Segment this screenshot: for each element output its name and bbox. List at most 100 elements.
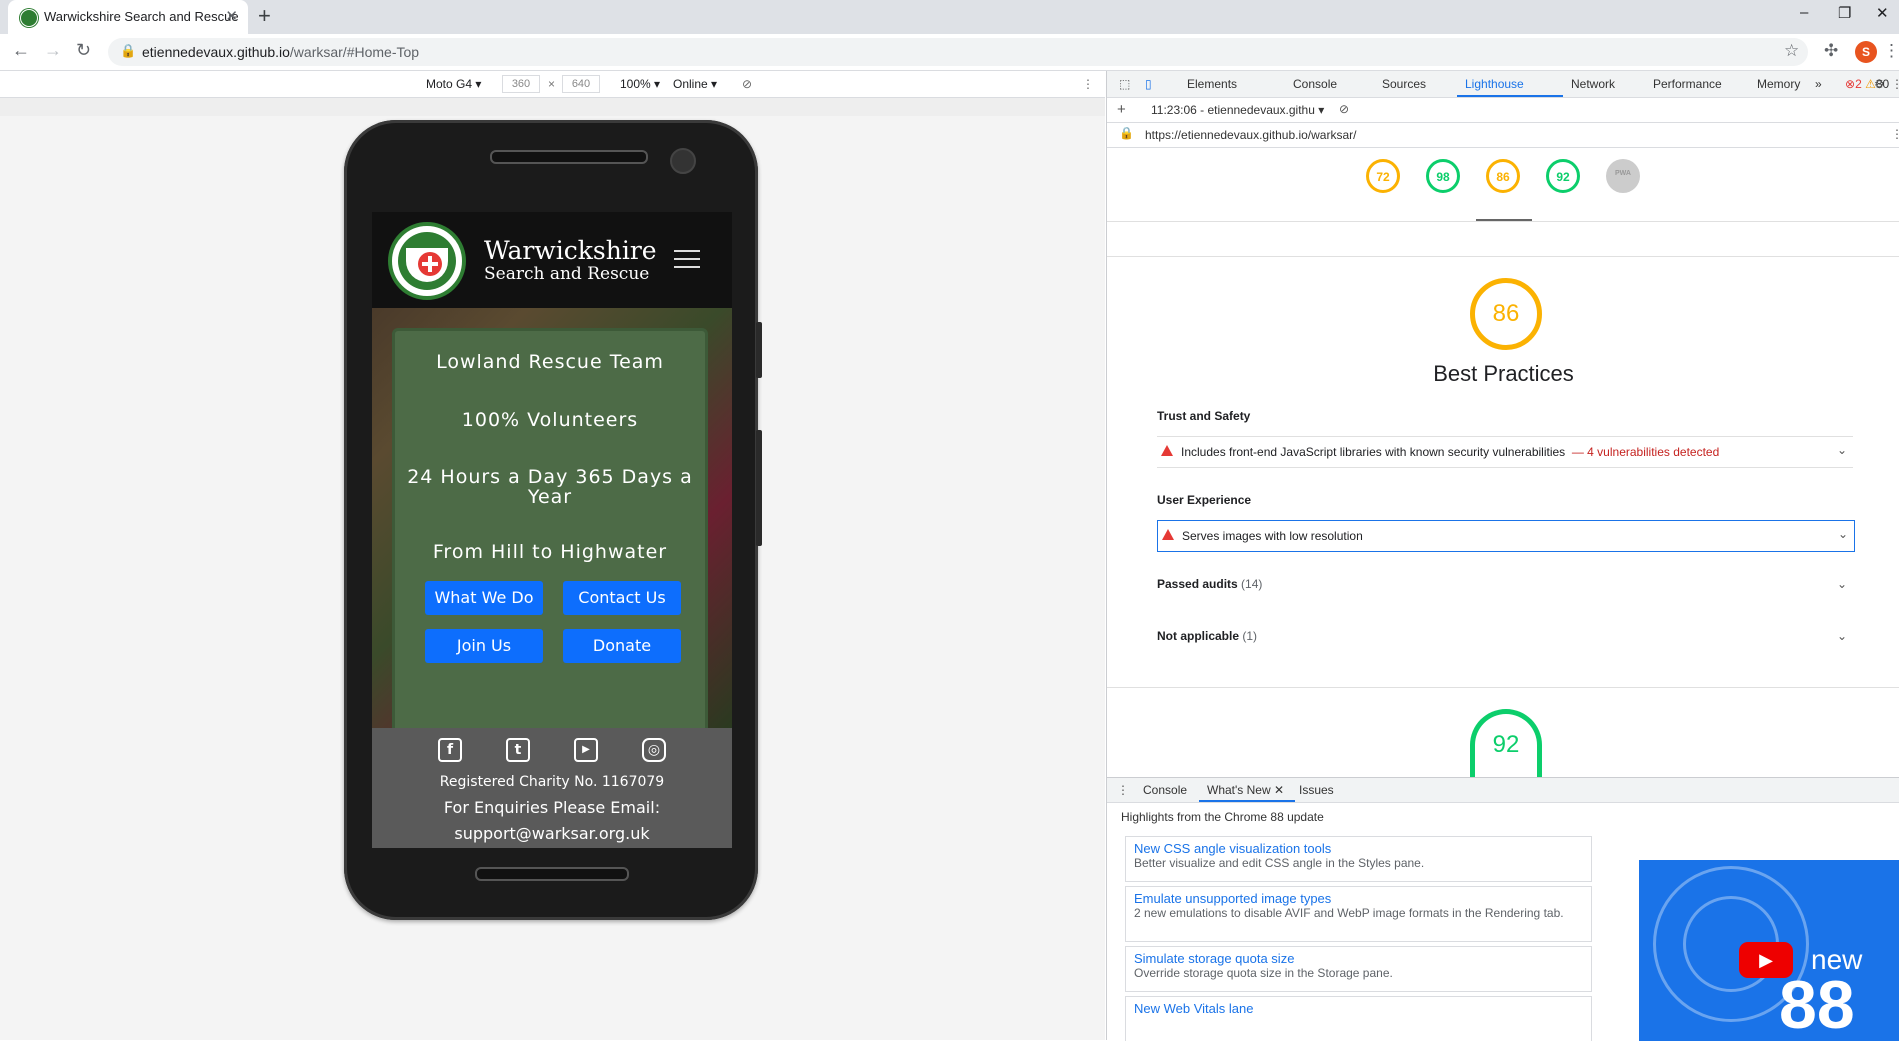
whats-new-card[interactable]: Emulate unsupported image types 2 new em… (1125, 886, 1592, 942)
window-close-icon[interactable]: ✕ (1876, 4, 1889, 22)
clear-reports-icon[interactable]: ⊘ (1339, 102, 1349, 116)
zoom-select[interactable]: 100% ▾ (620, 77, 660, 91)
charity-number: Registered Charity No. 1167079 (439, 774, 665, 790)
card-title[interactable]: Emulate unsupported image types (1134, 891, 1583, 906)
forward-icon[interactable]: → (44, 40, 62, 61)
site-favicon-icon (20, 9, 38, 27)
whats-new-card[interactable]: Simulate storage quota size Override sto… (1125, 946, 1592, 992)
report-menu-icon[interactable]: ⋮ (1891, 127, 1899, 141)
extensions-icon[interactable]: ✣ (1824, 41, 1838, 61)
divider (1107, 256, 1899, 257)
address-bar[interactable]: 🔒 etiennedevaux.github.io/warksar/#Home-… (108, 38, 1808, 66)
maximize-icon[interactable]: ❐ (1838, 4, 1851, 22)
back-icon[interactable]: ← (12, 40, 30, 61)
drawer-menu-icon[interactable]: ⋮ (1117, 783, 1129, 797)
settings-gear-icon[interactable]: ⚙ (1874, 77, 1885, 91)
drawer-tab-console[interactable]: Console (1143, 783, 1187, 797)
audit-detail: — 4 vulnerabilities detected (1571, 445, 1720, 459)
card-title[interactable]: New CSS angle visualization tools (1134, 841, 1583, 856)
device-width-input[interactable]: 360 (502, 75, 540, 93)
devtools-menu-icon[interactable]: ⋮ (1891, 77, 1899, 91)
close-tab-icon[interactable]: ✕ (225, 7, 238, 25)
card-title[interactable]: Simulate storage quota size (1134, 951, 1583, 966)
device-select[interactable]: Moto G4 ▾ (426, 77, 481, 91)
device-toolbar: Moto G4 ▾ 360 × 640 100% ▾ Online ▾ ⊘ ⋮ (0, 71, 1105, 98)
site-logo[interactable] (388, 222, 466, 300)
audit-js-vulnerabilities[interactable]: Includes front-end JavaScript libraries … (1157, 436, 1853, 468)
score-performance[interactable]: 72 (1366, 159, 1400, 193)
new-tab-button[interactable]: + (258, 3, 271, 29)
report-lock-icon: 🔒 (1119, 126, 1134, 140)
media-query-ruler (0, 98, 1105, 117)
chevron-down-icon: ⌄ (1836, 629, 1847, 643)
browser-tab[interactable]: Warwickshire Search and Rescue ✕ (8, 0, 248, 34)
bookmark-star-icon[interactable]: ☆ (1784, 41, 1799, 61)
tab-console[interactable]: Console (1293, 77, 1337, 91)
device-toggle-icon[interactable]: ▯ (1145, 77, 1152, 91)
tab-performance[interactable]: Performance (1653, 77, 1722, 91)
join-us-button[interactable]: Join Us (425, 629, 543, 663)
divider (1107, 687, 1899, 688)
not-applicable-count: (1) (1242, 629, 1258, 643)
divider (1107, 221, 1899, 222)
card-description: Better visualize and edit CSS angle in t… (1134, 856, 1425, 870)
card-description: Override storage quota size in the Stora… (1134, 966, 1393, 980)
card-title[interactable]: New Web Vitals lane (1134, 1001, 1583, 1016)
tab-network[interactable]: Network (1571, 77, 1615, 91)
contact-us-button[interactable]: Contact Us (563, 581, 681, 615)
donate-button[interactable]: Donate (563, 629, 681, 663)
whats-new-card[interactable]: New CSS angle visualization tools Better… (1125, 836, 1592, 882)
device-height-input[interactable]: 640 (562, 75, 600, 93)
close-drawer-tab-icon[interactable]: ✕ (1274, 783, 1284, 797)
report-select[interactable]: 11:23:06 - etiennedevaux.githu ▾ (1151, 103, 1324, 117)
passed-audits-label: Passed audits (1157, 577, 1238, 591)
whats-new-heading: Highlights from the Chrome 88 update (1121, 810, 1324, 824)
inspect-element-icon[interactable]: ⬚ (1119, 77, 1130, 91)
report-url[interactable]: https://etiennedevaux.github.io/warksar/ (1145, 128, 1356, 142)
browser-menu-icon[interactable]: ⋮ (1883, 41, 1899, 61)
whats-new-video[interactable]: ▶ new 88 (1639, 860, 1899, 1041)
audit-low-resolution-images[interactable]: Serves images with low resolution ⌄ (1157, 520, 1855, 552)
email-link[interactable]: support@warksar.org.uk (372, 824, 732, 843)
video-version-number: 88 (1779, 967, 1855, 1041)
tab-elements[interactable]: Elements (1187, 77, 1237, 91)
not-applicable-group[interactable]: Not applicable (1) ⌄ (1157, 629, 1853, 643)
what-we-do-button[interactable]: What We Do (425, 581, 543, 615)
reload-icon[interactable]: ↻ (76, 40, 91, 61)
new-report-icon[interactable]: + (1117, 101, 1126, 118)
profile-avatar[interactable]: S (1855, 41, 1877, 63)
seo-gauge: 92 (1470, 709, 1542, 777)
hero-line-4: From Hill to Highwater (432, 541, 668, 563)
drawer-tab-issues[interactable]: Issues (1299, 783, 1334, 797)
hero-line-2: 100% Volunteers (461, 409, 639, 431)
whats-new-card[interactable]: New Web Vitals lane (1125, 996, 1592, 1041)
hero-panel: Lowland Rescue Team 100% Volunteers 24 H… (392, 328, 708, 738)
device-toolbar-menu-icon[interactable]: ⋮ (1082, 77, 1094, 91)
tab-sources[interactable]: Sources (1382, 77, 1426, 91)
network-select[interactable]: Online ▾ (673, 77, 717, 91)
lock-icon: 🔒 (120, 43, 137, 58)
tab-strip (0, 0, 1899, 34)
facebook-icon[interactable]: f (438, 738, 462, 762)
card-description: 2 new emulations to disable AVIF and Web… (1134, 906, 1564, 920)
drawer-tab-whats-new[interactable]: What's New ✕ (1207, 783, 1284, 797)
tab-memory[interactable]: Memory (1757, 77, 1800, 91)
score-seo[interactable]: 92 (1546, 159, 1580, 193)
chevron-down-icon: ⌄ (1836, 443, 1847, 457)
twitter-icon[interactable]: t (506, 738, 530, 762)
minimize-icon[interactable]: – (1800, 4, 1808, 21)
hamburger-menu-icon[interactable] (674, 250, 700, 270)
instagram-icon[interactable]: ◎ (642, 738, 666, 762)
tab-title: Warwickshire Search and Rescue (44, 9, 239, 24)
score-accessibility[interactable]: 98 (1426, 159, 1460, 193)
score-best-practices[interactable]: 86 (1486, 159, 1520, 193)
tab-lighthouse[interactable]: Lighthouse (1465, 77, 1524, 91)
youtube-icon[interactable]: ▶ (574, 738, 598, 762)
devtools-tabbar: ⬚ ▯ Elements Console Sources Lighthouse … (1107, 71, 1899, 98)
more-tabs-icon[interactable]: » (1815, 77, 1822, 91)
devtools-drawer: ⋮ Console What's New ✕ Issues Highlights… (1107, 777, 1899, 1041)
score-pwa[interactable]: PWA (1606, 159, 1640, 193)
trust-safety-heading: Trust and Safety (1157, 409, 1251, 423)
rotate-icon[interactable]: ⊘ (742, 77, 752, 91)
passed-audits-group[interactable]: Passed audits (14) ⌄ (1157, 577, 1853, 591)
